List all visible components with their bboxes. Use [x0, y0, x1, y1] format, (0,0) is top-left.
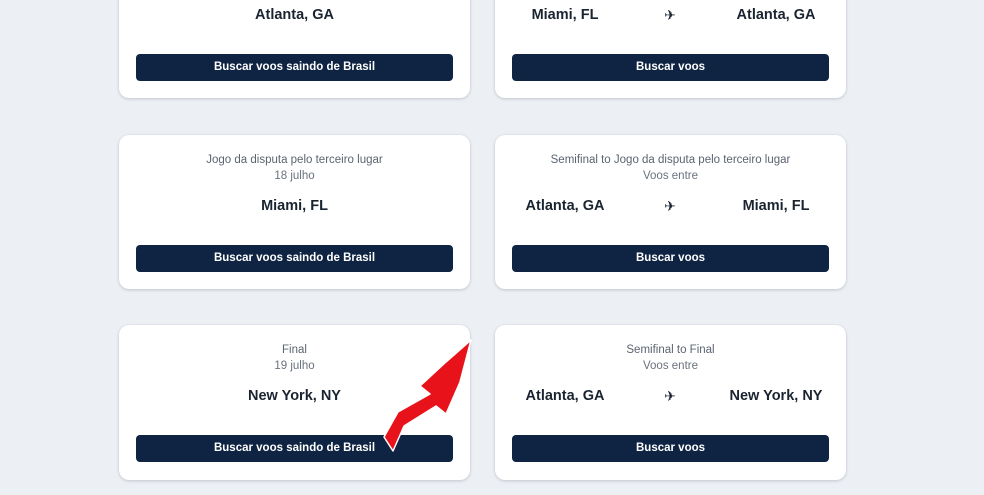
card-final-match: Final 19 julho New York, NY Buscar voos … — [119, 325, 470, 480]
card-third-place-match: Jogo da disputa pelo terceiro lugar 18 j… — [119, 135, 470, 289]
match-city: Miami, FL — [261, 198, 328, 214]
search-flights-button[interactable]: Buscar voos — [512, 54, 829, 81]
card-atlanta-match: Atlanta, GA Buscar voos saindo de Brasil — [119, 0, 470, 98]
match-city: Atlanta, GA — [255, 7, 334, 23]
route-from: Miami, FL — [531, 7, 599, 23]
route-subtitle: Voos entre — [643, 170, 698, 182]
route-from: Atlanta, GA — [525, 388, 605, 404]
match-city: New York, NY — [248, 388, 341, 404]
route-to: New York, NY — [729, 388, 823, 404]
match-title: Jogo da disputa pelo terceiro lugar — [206, 154, 383, 166]
page: Atlanta, GA Buscar voos saindo de Brasil… — [0, 0, 984, 495]
match-date: 18 julho — [274, 170, 315, 182]
route: Miami, FL ✈ Atlanta, GA — [495, 6, 846, 24]
card-route-semifinal-to-final: Semifinal to Final Voos entre Atlanta, G… — [495, 325, 846, 480]
search-flights-from-brazil-button[interactable]: Buscar voos saindo de Brasil — [136, 245, 453, 272]
airplane-icon: ✈ — [664, 7, 676, 23]
route-from: Atlanta, GA — [525, 198, 605, 214]
card-route-miami-atlanta: Miami, FL ✈ Atlanta, GA Buscar voos — [495, 0, 846, 98]
route-to: Atlanta, GA — [736, 7, 816, 23]
card-route-semifinal-to-third-place: Semifinal to Jogo da disputa pelo tercei… — [495, 135, 846, 289]
route-title: Semifinal to Jogo da disputa pelo tercei… — [550, 154, 791, 166]
airplane-icon: ✈ — [664, 388, 676, 404]
search-flights-button[interactable]: Buscar voos — [512, 435, 829, 462]
airplane-icon: ✈ — [664, 198, 676, 214]
search-flights-from-brazil-button[interactable]: Buscar voos saindo de Brasil — [136, 54, 453, 81]
match-date: 19 julho — [274, 360, 315, 372]
route-subtitle: Voos entre — [643, 360, 698, 372]
search-flights-button[interactable]: Buscar voos — [512, 245, 829, 272]
route-title: Semifinal to Final — [626, 344, 715, 356]
route: Atlanta, GA ✈ New York, NY — [495, 387, 846, 405]
search-flights-from-brazil-button[interactable]: Buscar voos saindo de Brasil — [136, 435, 453, 462]
match-title: Final — [282, 344, 307, 356]
route-to: Miami, FL — [742, 198, 810, 214]
route: Atlanta, GA ✈ Miami, FL — [495, 197, 846, 215]
